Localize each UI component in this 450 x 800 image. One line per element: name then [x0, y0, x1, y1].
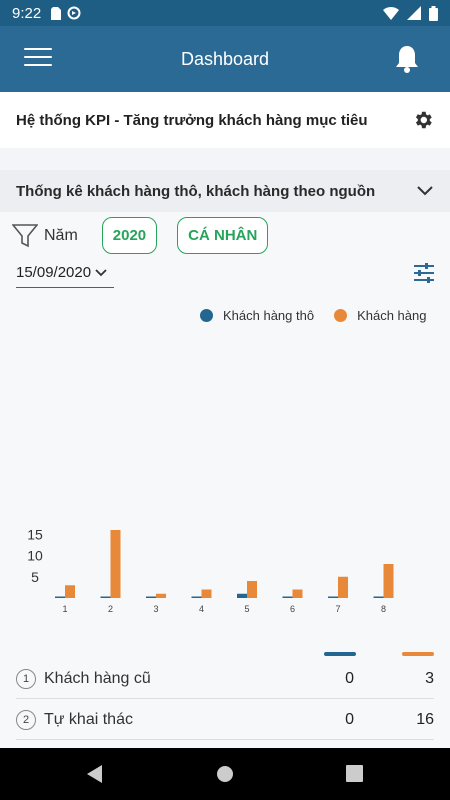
x-tick-label: 3 — [153, 604, 158, 614]
bar-raw — [146, 596, 156, 598]
bar-customer — [247, 581, 257, 598]
date-value: 15/09/2020 — [16, 264, 92, 281]
bar-raw — [191, 596, 202, 598]
sim-card-icon — [51, 6, 62, 20]
x-tick-label: 4 — [199, 604, 204, 614]
x-tick-label: 5 — [244, 604, 249, 614]
x-tick-label: 6 — [290, 604, 295, 614]
section-title: Thống kê khách hàng thô, khách hàng theo… — [16, 182, 376, 200]
row-label: Tự khai thác — [44, 710, 133, 728]
app-bar: Dashboard — [0, 26, 450, 92]
bar-raw — [100, 596, 111, 598]
kpi-title: Hệ thống KPI - Tăng trưởng khách hàng mụ… — [16, 111, 368, 129]
row-customer-value: 3 — [425, 669, 434, 687]
legend-label: Khách hàng thô — [223, 308, 315, 323]
chevron-down-icon[interactable] — [416, 185, 434, 197]
chart-legend: Khách hàng thô Khách hàng — [200, 308, 426, 323]
legend-dot — [200, 309, 213, 322]
bar-customer — [65, 585, 75, 598]
status-bar: 9:22 — [0, 0, 450, 26]
filter-row: Năm 2020 CÁ NHÂN — [12, 217, 288, 254]
tune-settings-icon[interactable] — [413, 263, 435, 283]
page-title: Dashboard — [180, 48, 270, 69]
x-tick-label: 2 — [108, 604, 113, 614]
row-raw-value: 0 — [345, 669, 354, 687]
kpi-header: Hệ thống KPI - Tăng trưởng khách hàng mụ… — [0, 92, 450, 148]
legend-item-customer: Khách hàng — [334, 308, 426, 323]
statistics-section-header[interactable]: Thống kê khách hàng thô, khách hàng theo… — [0, 170, 450, 212]
back-icon[interactable] — [86, 764, 104, 784]
x-tick-label: 1 — [62, 604, 67, 614]
column-indicators — [0, 652, 450, 658]
y-tick-label: 10 — [27, 548, 43, 564]
row-raw-value: 0 — [345, 710, 354, 728]
home-icon[interactable] — [216, 765, 234, 783]
x-tick-label: 7 — [335, 604, 340, 614]
legend-item-raw: Khách hàng thô — [200, 308, 314, 323]
raw-column-indicator — [324, 652, 356, 656]
bar-customer — [201, 589, 212, 598]
row-label: Khách hàng cũ — [44, 669, 151, 687]
bar-customer — [383, 564, 394, 598]
battery-icon — [429, 5, 438, 21]
menu-icon[interactable] — [24, 48, 52, 70]
signal-icon — [407, 6, 421, 20]
bar-raw — [373, 596, 384, 598]
row-customer-value: 16 — [416, 710, 434, 728]
filter-icon[interactable] — [12, 223, 38, 249]
year-label: Năm — [44, 226, 78, 244]
sync-icon — [67, 6, 81, 20]
y-tick-label: 15 — [27, 526, 43, 542]
gear-icon[interactable] — [412, 109, 434, 131]
date-dropdown[interactable]: 15/09/2020 — [16, 264, 114, 288]
system-nav-bar — [0, 748, 450, 800]
customer-column-indicator — [402, 652, 434, 656]
row-index: 1 — [16, 668, 36, 689]
table-row[interactable]: 2 Tự khai thác 0 16 — [16, 700, 434, 740]
scope-chip[interactable]: CÁ NHÂN — [177, 217, 269, 254]
notification-bell-icon[interactable] — [394, 44, 420, 74]
year-chip[interactable]: 2020 — [101, 217, 158, 254]
bar-raw — [237, 593, 247, 598]
chevron-down-icon — [95, 268, 107, 276]
bar-customer — [110, 530, 121, 598]
y-tick-label: 5 — [31, 569, 39, 585]
bar-raw — [55, 596, 65, 598]
bar-customer — [156, 593, 166, 598]
bar-customer — [292, 589, 303, 598]
legend-dot — [334, 309, 348, 322]
x-tick-label: 8 — [381, 604, 386, 614]
bar-raw — [282, 596, 293, 598]
status-time: 9:22 — [12, 4, 42, 22]
bar-raw — [328, 596, 338, 598]
recent-apps-icon[interactable] — [346, 765, 363, 782]
bar-customer — [338, 576, 348, 598]
legend-label: Khách hàng — [357, 308, 427, 323]
wifi-icon — [383, 7, 399, 20]
row-index: 2 — [16, 709, 36, 730]
table-row[interactable]: 1 Khách hàng cũ 0 3 — [16, 659, 434, 699]
bar-chart: 5 10 15 1 2 3 4 5 6 7 8 — [27, 526, 394, 614]
